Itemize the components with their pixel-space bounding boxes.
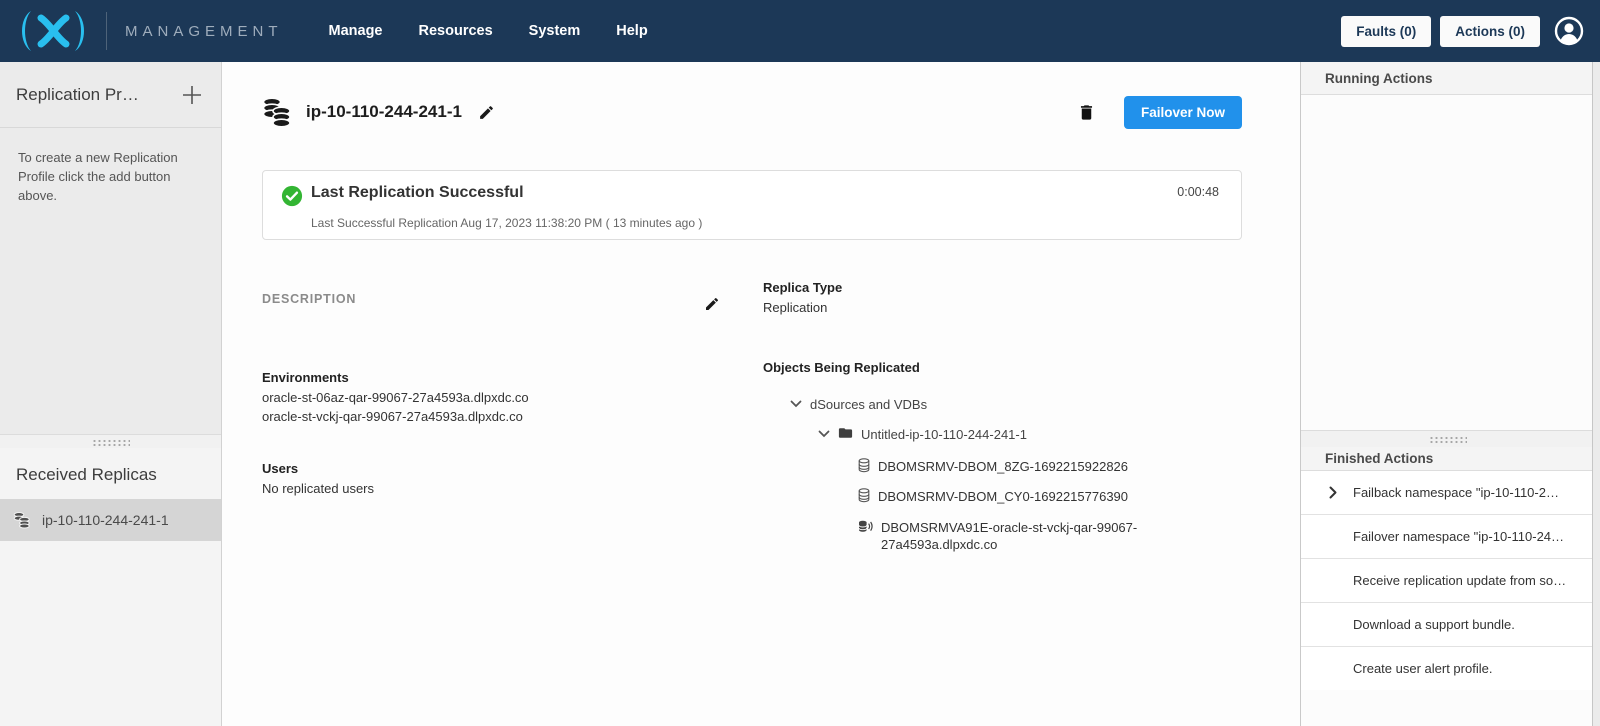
- plus-icon: [181, 84, 203, 106]
- failover-now-button[interactable]: Failover Now: [1124, 96, 1242, 129]
- user-avatar-icon[interactable]: [1554, 16, 1584, 46]
- replica-title-row: ip-10-110-244-241-1 Failover Now: [262, 95, 1242, 129]
- delphix-logo-icon: [14, 9, 92, 53]
- replica-type-label: Replica Type: [763, 280, 1173, 295]
- database-icon: [858, 488, 870, 503]
- pencil-icon: [704, 296, 720, 312]
- add-profile-button[interactable]: [179, 82, 205, 108]
- description-header: DESCRIPTION: [262, 292, 724, 316]
- status-duration: 0:00:48: [1177, 185, 1219, 199]
- sidebar-resize-handle[interactable]: [0, 434, 221, 449]
- tree-leaf-database: DBOMSRMV-DBOM_CY0-1692215776390: [763, 488, 1173, 506]
- delete-replica-button[interactable]: [1073, 98, 1100, 127]
- received-replica-item[interactable]: ip-10-110-244-241-1: [0, 499, 221, 541]
- top-navbar: MANAGEMENT Manage Resources System Help …: [0, 0, 1600, 62]
- edit-title-button[interactable]: [474, 100, 499, 125]
- running-actions-list: [1301, 95, 1594, 430]
- finished-action-label: Create user alert profile.: [1353, 661, 1492, 676]
- received-replica-label: ip-10-110-244-241-1: [42, 512, 169, 528]
- status-title: Last Replication Successful: [311, 184, 524, 202]
- trash-icon: [1077, 102, 1096, 123]
- success-check-icon: [281, 185, 303, 207]
- app-title: MANAGEMENT: [125, 23, 283, 40]
- objects-replicated-label: Objects Being Replicated: [763, 360, 1173, 375]
- faults-button[interactable]: Faults (0): [1341, 16, 1431, 47]
- users-value: No replicated users: [262, 480, 724, 499]
- tree-leaf-label: DBOMSRMV-DBOM_CY0-1692215776390: [878, 488, 1128, 506]
- finished-actions-header: Finished Actions: [1301, 447, 1594, 471]
- environment-item: oracle-st-06az-qar-99067-27a4593a.dlpxdc…: [262, 389, 724, 408]
- actions-resize-handle[interactable]: [1301, 430, 1594, 447]
- pencil-icon: [478, 104, 495, 121]
- users-label: Users: [262, 461, 724, 476]
- stacked-databases-icon: [262, 97, 292, 128]
- finished-action-label: Failback namespace "ip-10-110-2…: [1353, 485, 1559, 500]
- database-icon: [858, 458, 870, 473]
- replica-type-block: Replica Type Replication: [763, 280, 1173, 318]
- replica-title: ip-10-110-244-241-1: [306, 102, 462, 122]
- replication-profiles-title: Replication Pr…: [16, 85, 139, 105]
- finished-action-row[interactable]: Failback namespace "ip-10-110-2…: [1301, 471, 1594, 515]
- received-replicas-section: Received Replicas ip-10-110-244-241-1: [0, 448, 221, 726]
- edit-description-button[interactable]: [700, 292, 724, 316]
- replica-info-column: Replica Type Replication Objects Being R…: [763, 280, 1173, 567]
- replica-database-icon: [13, 511, 31, 529]
- actions-button[interactable]: Actions (0): [1440, 16, 1540, 47]
- environment-item: oracle-st-vckj-qar-99067-27a4593a.dlpxdc…: [262, 408, 724, 427]
- description-label: DESCRIPTION: [262, 292, 356, 306]
- folder-icon: [838, 427, 853, 439]
- objects-replicated-block: Objects Being Replicated dSources and VD…: [763, 360, 1173, 554]
- chevron-down-icon: [818, 430, 830, 438]
- tree-node-label: Untitled-ip-10-110-244-241-1: [861, 427, 1027, 442]
- drag-dots-icon: [1429, 436, 1467, 443]
- menu-item-system[interactable]: System: [529, 23, 581, 39]
- finished-action-row[interactable]: Failover namespace "ip-10-110-24…: [1301, 515, 1594, 559]
- drag-dots-icon: [92, 439, 130, 446]
- finished-action-row[interactable]: Download a support bundle.: [1301, 603, 1594, 647]
- tree-node-dsources-vdbs[interactable]: dSources and VDBs: [763, 397, 1173, 412]
- replica-detail-panel: ip-10-110-244-241-1 Failover Now Last Re…: [222, 62, 1300, 726]
- tree-node-label: dSources and VDBs: [810, 397, 927, 412]
- replication-status-card: Last Replication Successful Last Success…: [262, 170, 1242, 240]
- database-broadcast-icon: [858, 519, 873, 534]
- finished-action-label: Failover namespace "ip-10-110-24…: [1353, 529, 1564, 544]
- page-scrollbar[interactable]: [1592, 62, 1600, 726]
- description-column: DESCRIPTION Environments oracle-st-06az-…: [262, 292, 724, 499]
- tree-leaf-label: DBOMSRMV-DBOM_8ZG-1692215922826: [878, 458, 1128, 476]
- chevron-down-icon: [790, 400, 802, 408]
- menu-item-manage[interactable]: Manage: [329, 23, 383, 39]
- navbar-divider: [106, 12, 107, 50]
- finished-action-label: Receive replication update from so…: [1353, 573, 1566, 588]
- received-replicas-title: Received Replicas: [0, 448, 221, 499]
- tree-leaf-database-broadcast: DBOMSRMVA91E-oracle-st-vckj-qar-99067-27…: [763, 519, 1173, 554]
- chevron-right-icon[interactable]: [1329, 486, 1353, 499]
- menu-item-resources[interactable]: Resources: [419, 23, 493, 39]
- environments-label: Environments: [262, 370, 724, 385]
- finished-action-row[interactable]: Create user alert profile.: [1301, 647, 1594, 690]
- running-actions-header: Running Actions: [1301, 62, 1594, 95]
- status-subtitle: Last Successful Replication Aug 17, 2023…: [311, 216, 702, 230]
- environments-block: Environments oracle-st-06az-qar-99067-27…: [262, 370, 724, 427]
- objects-tree: dSources and VDBs Untitled-ip-10-110-244…: [763, 397, 1173, 554]
- replication-profiles-sidebar: Replication Pr… To create a new Replicat…: [0, 62, 222, 726]
- tree-leaf-database: DBOMSRMV-DBOM_8ZG-1692215922826: [763, 458, 1173, 476]
- replication-profiles-header: Replication Pr…: [0, 62, 221, 128]
- users-block: Users No replicated users: [262, 461, 724, 499]
- main-menu: Manage Resources System Help: [329, 23, 648, 39]
- tree-node-group[interactable]: Untitled-ip-10-110-244-241-1: [763, 427, 1173, 442]
- tree-leaf-label: DBOMSRMVA91E-oracle-st-vckj-qar-99067-27…: [881, 519, 1149, 554]
- delphix-logo[interactable]: [0, 9, 92, 53]
- finished-action-label: Download a support bundle.: [1353, 617, 1515, 632]
- menu-item-help[interactable]: Help: [616, 23, 647, 39]
- actions-sidebar: Running Actions Finished Actions Failbac…: [1300, 62, 1594, 726]
- replica-type-value: Replication: [763, 299, 1173, 318]
- add-profile-help-text: To create a new Replication Profile clic…: [0, 128, 221, 226]
- finished-action-row[interactable]: Receive replication update from so…: [1301, 559, 1594, 603]
